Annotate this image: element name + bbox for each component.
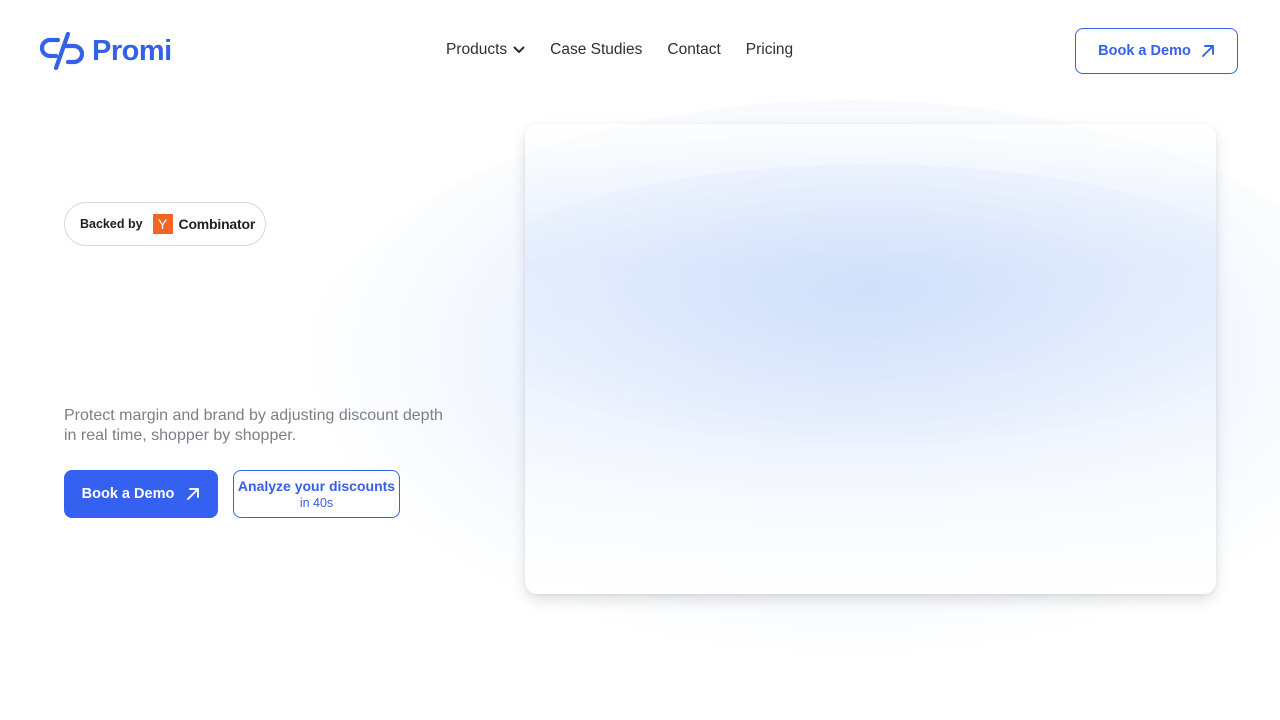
hero-card-glow	[525, 164, 1216, 444]
arrow-up-right-icon	[187, 488, 200, 500]
main-nav: Products Case Studies Contact Pricing	[446, 41, 793, 59]
logo-text: Promi	[92, 34, 172, 67]
hero-book-demo-button[interactable]: Book a Demo	[64, 470, 218, 518]
promi-logo-icon	[40, 32, 84, 70]
arrow-up-right-icon	[1201, 45, 1214, 57]
button-label: Analyze your discounts	[237, 477, 396, 494]
nav-item-products[interactable]: Products	[446, 41, 525, 59]
nav-item-label: Case Studies	[550, 41, 643, 58]
chevron-down-icon	[513, 46, 525, 53]
nav-item-contact[interactable]: Contact	[667, 41, 720, 59]
analyze-discounts-button[interactable]: Analyze your discounts in 40s	[233, 470, 400, 518]
hero-tagline: Protect margin and brand by adjusting di…	[64, 407, 443, 444]
yc-logo-mark: Y	[152, 214, 173, 234]
yc-backed-badge: Backed by Y Combinator	[64, 202, 266, 246]
nav-item-label: Pricing	[745, 41, 794, 58]
nav-item-label: Products	[446, 41, 508, 58]
button-sublabel: in 40s	[299, 495, 334, 510]
site-header: Promi Products Case Studies Contact Pric…	[0, 0, 1280, 104]
header-book-demo-button[interactable]: Book a Demo	[1075, 28, 1238, 74]
nav-item-pricing[interactable]: Pricing	[746, 41, 793, 59]
button-label: Book a Demo	[81, 486, 175, 502]
page: Promi Products Case Studies Contact Pric…	[0, 0, 1280, 720]
hero-media-card	[525, 124, 1216, 594]
logo[interactable]: Promi	[40, 32, 172, 70]
button-label: Book a Demo	[1098, 43, 1191, 59]
nav-item-label: Contact	[667, 41, 721, 58]
yc-logo-wordmark: Combinator	[178, 216, 256, 232]
nav-item-case-studies[interactable]: Case Studies	[550, 41, 642, 59]
badge-backed-by-text: Backed by	[80, 217, 143, 231]
